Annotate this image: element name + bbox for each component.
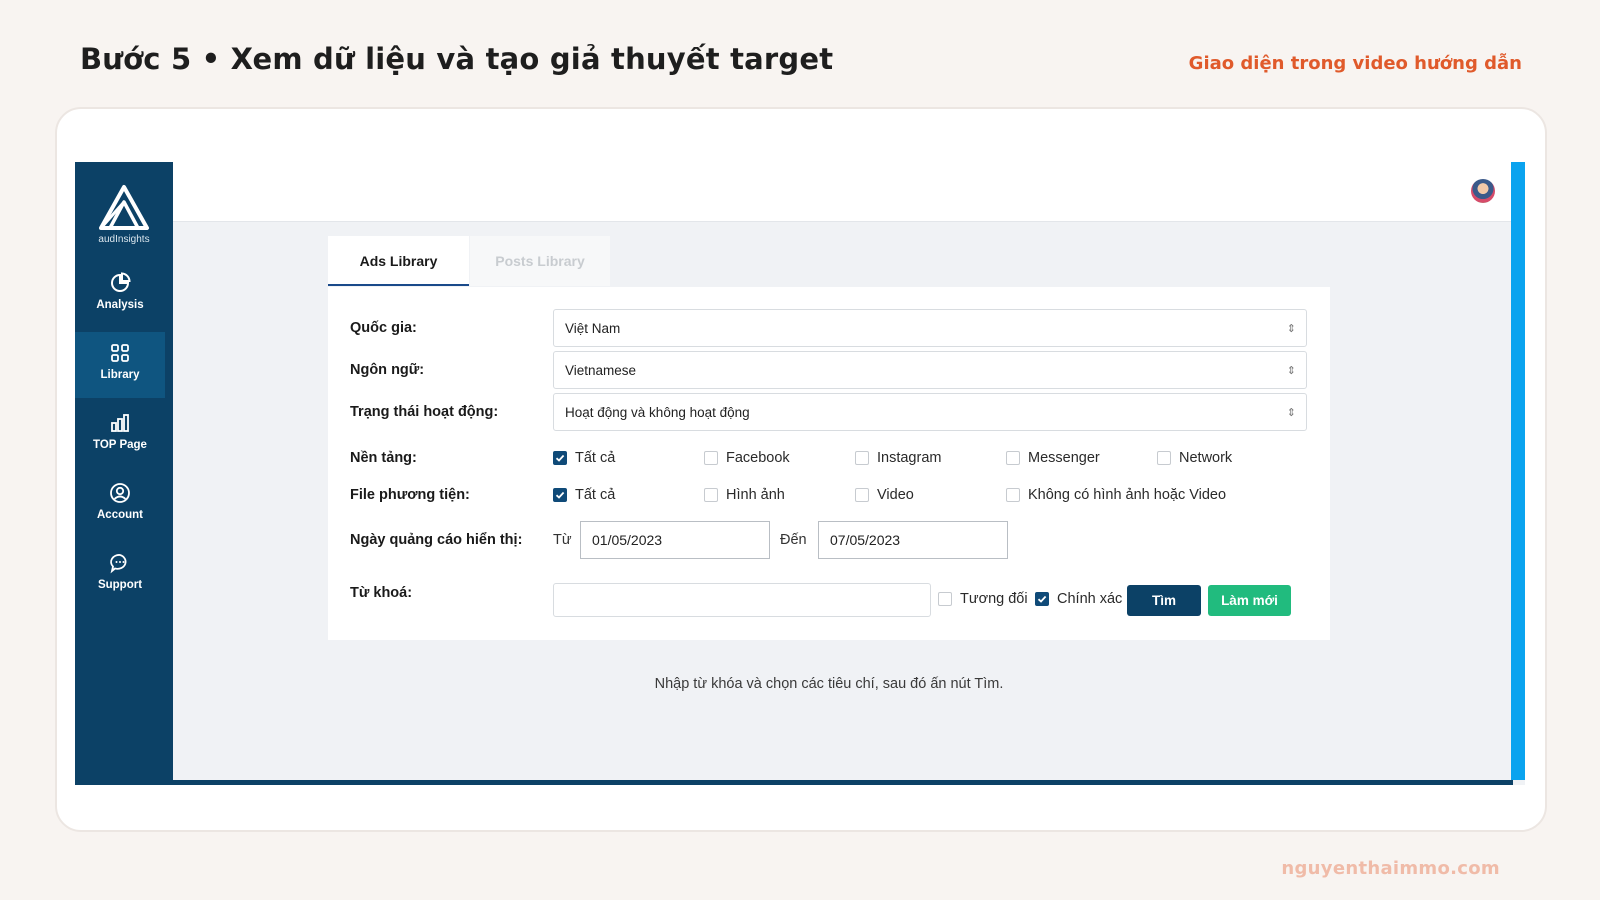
checkbox-label: Tất cả [575,487,616,503]
sidebar: audInsights Analysis Library TOP Page Ac… [75,162,173,785]
chevron-up-down-icon: ⇕ [1286,364,1296,377]
platform-all-checkbox[interactable]: Tất cả [553,449,615,467]
logo-text: audInsights [98,234,150,245]
date-from-label: Từ [553,532,572,548]
exact-match-checkbox[interactable]: Chính xác [1035,590,1122,608]
checkbox-label: Video [877,487,914,503]
platform-network-checkbox[interactable]: Network [1157,449,1232,467]
country-label: Quốc gia: [350,320,417,336]
sidebar-item-label: Library [100,369,140,381]
grid-icon [111,344,129,362]
checkbox-icon [1006,451,1020,465]
platform-facebook-checkbox[interactable]: Facebook [704,449,790,467]
date-from-input[interactable]: 01/05/2023 [580,521,770,559]
checkbox-checked-icon [1035,592,1049,606]
sidebar-item-label: Account [97,509,143,521]
media-video-checkbox[interactable]: Video [855,486,914,504]
relative-match-checkbox[interactable]: Tương đối [938,590,1028,608]
checkbox-label: Tất cả [575,450,616,466]
checkbox-icon [1157,451,1171,465]
platform-label: Nền tảng: [350,450,417,466]
tab-ads-library[interactable]: Ads Library [328,236,469,286]
sidebar-item-label: Support [97,579,143,591]
status-select[interactable]: Hoạt động và không hoạt động ⇕ [553,393,1307,431]
media-label: File phương tiện: [350,487,470,503]
date-to-label: Đến [780,532,807,548]
checkbox-label: Network [1179,450,1233,466]
checkbox-label: Messenger [1028,450,1100,466]
status-label: Trạng thái hoạt động: [350,404,499,420]
bar-chart-icon [111,414,129,432]
logo[interactable]: audInsights [75,184,173,245]
status-value: Hoạt động và không hoạt động [565,405,750,420]
avatar[interactable] [1471,179,1495,203]
checkbox-icon [704,451,718,465]
user-circle-icon [110,483,130,503]
checkbox-checked-icon [553,488,567,502]
checkbox-label: Không có hình ảnh hoặc Video [1028,487,1227,503]
bottom-accent-strip [173,780,1513,785]
chat-bubble-icon [110,554,127,574]
language-select[interactable]: Vietnamese ⇕ [553,351,1307,389]
checkbox-label: Instagram [877,450,942,466]
sidebar-item-label: TOP Page [93,439,147,451]
search-button[interactable]: Tìm [1127,585,1201,616]
country-value: Việt Nam [565,321,621,336]
sidebar-item-library[interactable]: Library [75,332,165,398]
checkbox-icon [704,488,718,502]
top-bar [173,162,1525,222]
sidebar-item-account[interactable]: Account [75,472,165,538]
platform-instagram-checkbox[interactable]: Instagram [855,449,941,467]
pie-chart-icon [111,272,131,292]
logo-icon [99,185,149,230]
search-hint: Nhập từ khóa và chọn các tiêu chí, sau đ… [654,676,1004,692]
checkbox-icon [855,451,869,465]
reset-button[interactable]: Làm mới [1208,585,1291,616]
checkbox-icon [938,592,952,606]
country-select[interactable]: Việt Nam ⇕ [553,309,1307,347]
sidebar-item-label: Analysis [96,299,144,311]
checkbox-icon [855,488,869,502]
search-form: Quốc gia: Việt Nam ⇕ Ngôn ngữ: Vietnames… [328,287,1330,640]
checkbox-icon [1006,488,1020,502]
app-window: audInsights Analysis Library TOP Page Ac… [75,162,1525,785]
platform-messenger-checkbox[interactable]: Messenger [1006,449,1100,467]
right-accent-strip [1511,162,1525,780]
checkbox-checked-icon [553,451,567,465]
date-to-input[interactable]: 07/05/2023 [818,521,1008,559]
date-label: Ngày quảng cáo hiển thị: [350,532,523,548]
slide-tag: Giao diện trong video hướng dẫn [1188,53,1522,74]
checkbox-label: Hình ảnh [726,487,785,503]
sidebar-item-top-page[interactable]: TOP Page [75,402,165,468]
keyword-label: Từ khoá: [350,585,413,601]
chevron-up-down-icon: ⇕ [1286,406,1296,419]
language-value: Vietnamese [565,363,637,378]
language-label: Ngôn ngữ: [350,362,425,378]
media-image-checkbox[interactable]: Hình ảnh [704,486,785,504]
footer-watermark: nguyenthaimmo.com [1281,858,1500,879]
media-none-checkbox[interactable]: Không có hình ảnh hoặc Video [1006,486,1226,504]
chevron-up-down-icon: ⇕ [1286,322,1296,335]
checkbox-label: Facebook [726,450,790,466]
sidebar-item-analysis[interactable]: Analysis [75,262,165,328]
tab-posts-library[interactable]: Posts Library [470,236,610,286]
sidebar-item-support[interactable]: Support [75,542,165,608]
slide-title: Bước 5 • Xem dữ liệu và tạo giả thuyết t… [80,42,834,76]
keyword-input[interactable] [553,583,931,617]
checkbox-label: Chính xác [1057,591,1123,607]
media-all-checkbox[interactable]: Tất cả [553,486,615,504]
checkbox-label: Tương đối [960,591,1028,607]
